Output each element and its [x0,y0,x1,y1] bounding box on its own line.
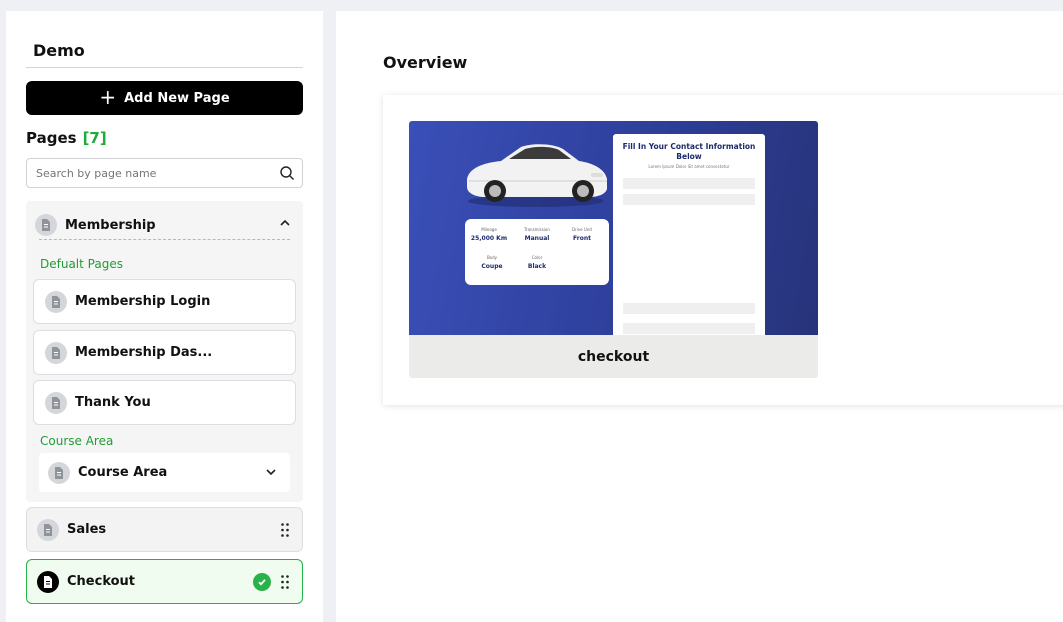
spec-value: Front [573,235,591,242]
search-input[interactable] [36,166,276,180]
spec-key: Transmission [524,227,550,232]
spec-value: Black [527,263,547,270]
form-field [623,178,755,189]
pages-heading: Pages [7] [26,129,107,147]
document-icon [45,290,67,313]
drag-handle-icon[interactable] [281,523,289,537]
divider [39,239,290,240]
overview-heading: Overview [383,53,468,72]
page-item-label: Membership Login [75,294,211,309]
course-area-label: Course Area [40,434,114,448]
spec-key: Mileage [481,227,497,232]
page-row-label: Checkout [67,574,136,589]
contact-form-preview: Fill In Your Contact Information Below L… [613,134,765,335]
page-row-sales[interactable]: Sales [26,507,303,552]
document-icon [48,461,70,484]
spec-value: Coupe [481,263,503,270]
default-pages-label: Defualt Pages [40,257,123,271]
document-icon [45,341,67,364]
form-title: Fill In Your Contact Information Below [622,142,756,161]
page-preview-image: Mileage 25,000 Km Transmission Manual Dr… [409,121,818,335]
form-field [623,323,755,334]
thumbnail-label: checkout [577,348,650,365]
spec-key: Color [531,255,543,260]
membership-group-header[interactable]: Membership [35,210,294,240]
form-field [623,303,755,314]
document-icon [37,570,59,593]
spec-key: Drive Unit [571,227,593,232]
membership-group-name: Membership [65,217,156,233]
page-row-label: Sales [67,522,107,537]
page-row-checkout[interactable]: Checkout [26,559,303,604]
drag-handle-icon[interactable] [281,575,289,589]
funnel-title: Demo [26,35,303,68]
page-item-label: Thank You [75,395,151,410]
spec-value: 25,000 Km [470,235,508,242]
add-new-page-button[interactable]: + Add New Page [26,81,303,115]
check-circle-icon [253,573,271,591]
spec-value: Manual [524,235,550,242]
page-item-membership-dashboard[interactable]: Membership Das... [33,330,296,375]
document-icon [35,214,57,236]
form-subtitle: Lorem Ipsum Dolor Sit amet consectetur [648,164,730,169]
car-image [467,144,607,207]
sidebar: Demo + Add New Page Pages [7] Membership … [6,11,323,622]
search-icon[interactable] [279,165,295,181]
course-area-dropdown[interactable]: Course Area [39,453,290,492]
page-item-label: Membership Das... [75,345,213,360]
document-icon [45,391,67,414]
page-item-thank-you[interactable]: Thank You [33,380,296,425]
spec-key: Body [486,255,498,260]
membership-group: Membership Defualt Pages Membership Logi… [26,201,303,502]
main-panel: Overview Mileage 25,000 Km Transmission … [336,11,1063,622]
page-thumbnail-card[interactable]: Mileage 25,000 Km Transmission Manual Dr… [409,121,818,378]
pages-label: Pages [26,129,77,147]
form-field [623,194,755,205]
overview-card: Mileage 25,000 Km Transmission Manual Dr… [383,95,1063,405]
chevron-up-icon[interactable] [278,216,292,230]
add-new-page-label: Add New Page [124,90,230,106]
course-area-item-label: Course Area [78,465,168,480]
page-item-membership-login[interactable]: Membership Login [33,279,296,324]
specs-card: Mileage 25,000 Km Transmission Manual Dr… [465,219,609,285]
plus-icon: + [99,85,117,109]
document-icon [37,518,59,541]
chevron-down-icon[interactable] [264,465,278,479]
pages-count: [7] [82,129,107,147]
search-box [26,158,303,188]
